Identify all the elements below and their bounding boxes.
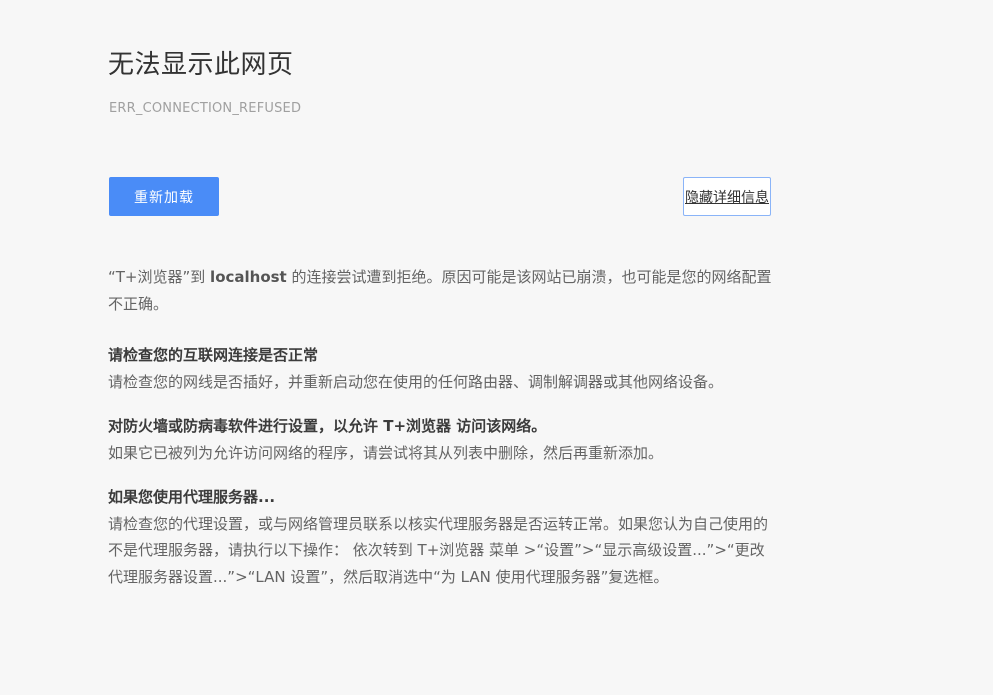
section-check-connection: 请检查您的互联网连接是否正常 请检查您的网线是否插好，并重新启动您在使用的任何路… [108, 342, 773, 395]
hide-details-button[interactable]: 隐藏详细信息 [683, 177, 771, 216]
section-body: 请检查您的网线是否插好，并重新启动您在使用的任何路由器、调制解调器或其他网络设备… [108, 372, 724, 391]
section-firewall: 对防火墙或防病毒软件进行设置，以允许 T+浏览器 访问该网络。 如果它已被列为允… [108, 413, 773, 466]
error-summary: “T+浏览器”到 localhost 的连接尝试遭到拒绝。原因可能是该网站已崩溃… [108, 264, 773, 317]
error-details: “T+浏览器”到 localhost 的连接尝试遭到拒绝。原因可能是该网站已崩溃… [108, 264, 773, 608]
summary-prefix: “T+浏览器”到 [108, 268, 211, 286]
summary-host: localhost [210, 268, 287, 286]
page-title: 无法显示此网页 [108, 50, 294, 80]
section-proxy: 如果您使用代理服务器... 请检查您的代理设置，或与网络管理员联系以核实代理服务… [108, 484, 773, 590]
reload-button[interactable]: 重新加载 [109, 177, 219, 216]
error-code: ERR_CONNECTION_REFUSED [109, 101, 302, 116]
section-body: 请检查您的代理设置，或与网络管理员联系以核实代理服务器是否运转正常。如果您认为自… [108, 514, 769, 586]
section-heading: 请检查您的互联网连接是否正常 [108, 346, 319, 364]
section-body: 如果它已被列为允许访问网络的程序，请尝试将其从列表中删除，然后再重新添加。 [108, 443, 664, 462]
section-heading: 如果您使用代理服务器... [108, 488, 276, 506]
section-heading: 对防火墙或防病毒软件进行设置，以允许 T+浏览器 访问该网络。 [108, 417, 547, 435]
